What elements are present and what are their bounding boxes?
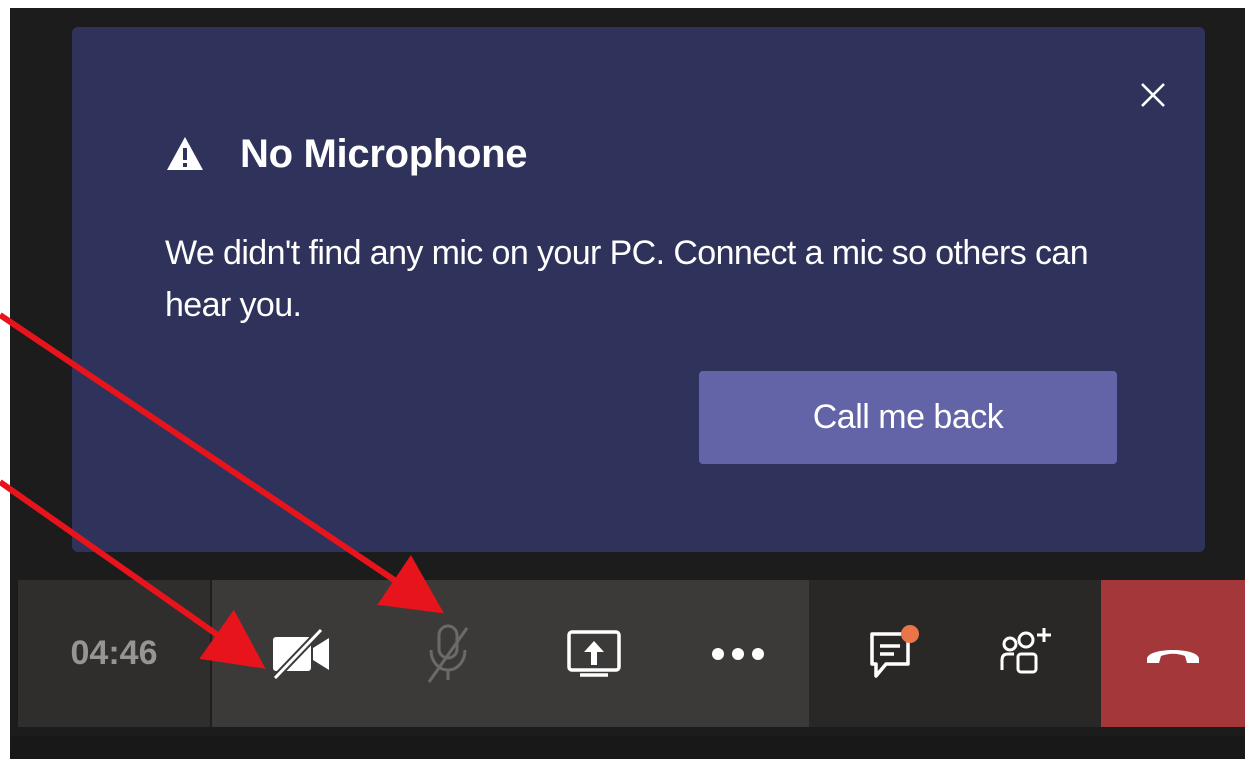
stage-bottom-edge bbox=[10, 736, 1245, 759]
call-timer: 04:46 bbox=[18, 580, 212, 727]
share-screen-icon bbox=[567, 629, 621, 677]
participants-button[interactable] bbox=[959, 580, 1089, 727]
video-off-icon bbox=[272, 628, 329, 679]
share-screen-button[interactable] bbox=[524, 580, 664, 727]
close-notification-button[interactable] bbox=[1128, 70, 1178, 120]
camera-off-button[interactable] bbox=[232, 580, 372, 727]
add-people-icon bbox=[1000, 627, 1051, 673]
secondary-controls bbox=[809, 580, 1101, 727]
mic-off-icon bbox=[427, 624, 469, 683]
notification-title: No Microphone bbox=[240, 131, 528, 176]
call-me-back-button[interactable]: Call me back bbox=[699, 371, 1117, 464]
more-dots-icon bbox=[712, 647, 764, 660]
chat-button[interactable] bbox=[829, 580, 959, 727]
chat-notification-dot bbox=[901, 624, 919, 643]
meeting-stage: No Microphone We didn't find any mic on … bbox=[10, 8, 1245, 759]
mic-disabled-button[interactable] bbox=[378, 580, 518, 727]
more-actions-button[interactable] bbox=[668, 580, 808, 727]
call-controls-bar: 04:46 bbox=[18, 580, 1245, 727]
notification-header: No Microphone bbox=[165, 129, 528, 179]
warning-triangle-icon bbox=[167, 137, 203, 170]
notification-message: We didn't find any mic on your PC. Conne… bbox=[165, 234, 1089, 324]
hang-up-button[interactable] bbox=[1101, 580, 1245, 727]
chat-icon bbox=[870, 624, 919, 678]
phone-hangup-icon bbox=[1147, 649, 1199, 663]
close-icon bbox=[1141, 83, 1165, 107]
no-microphone-notification: No Microphone We didn't find any mic on … bbox=[72, 27, 1205, 552]
